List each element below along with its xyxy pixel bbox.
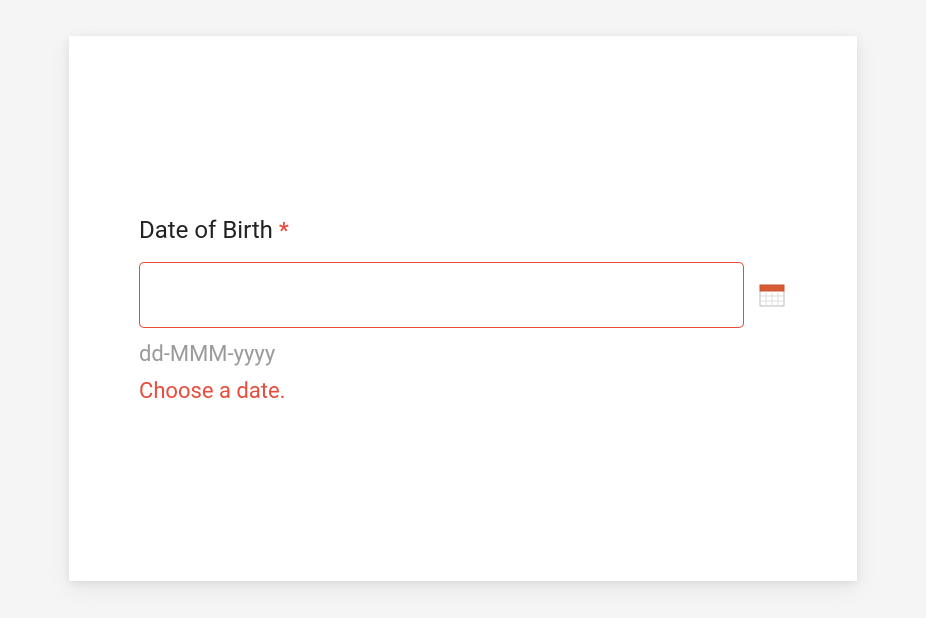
dob-label-row: Date of Birth *: [139, 216, 787, 244]
calendar-icon[interactable]: [758, 281, 786, 309]
dob-label: Date of Birth: [139, 216, 273, 244]
dob-input[interactable]: [139, 262, 744, 328]
calendar-icon-svg: [759, 282, 785, 308]
form-card: Date of Birth * dd-MMM-yyyy Choose a dat…: [69, 36, 857, 581]
dob-error-message: Choose a date.: [139, 379, 787, 404]
required-asterisk: *: [279, 219, 289, 244]
dob-format-hint: dd-MMM-yyyy: [139, 342, 787, 367]
dob-input-row: [139, 262, 787, 328]
